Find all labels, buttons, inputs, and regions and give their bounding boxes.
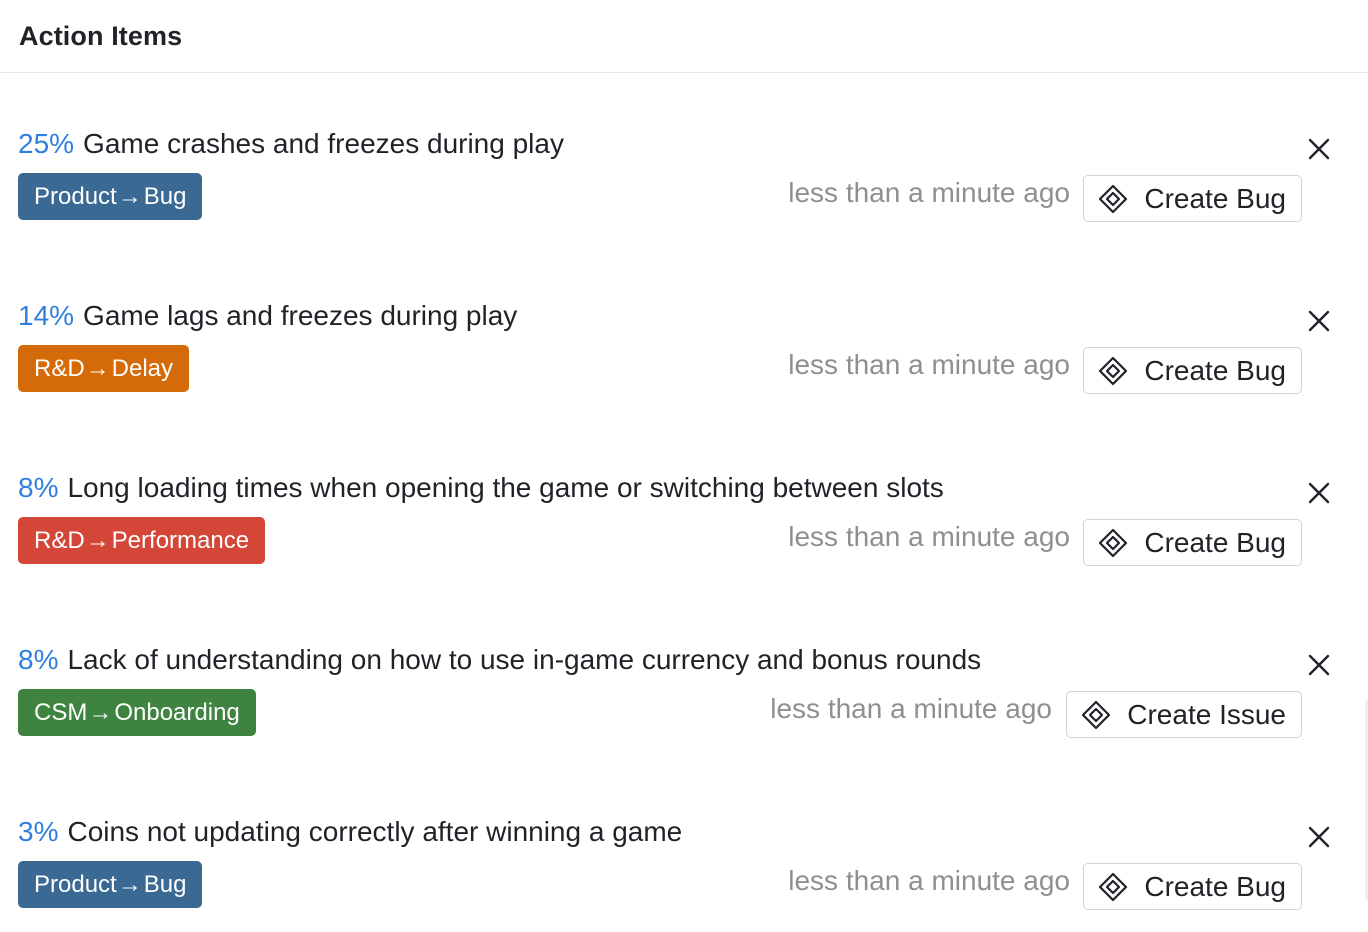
button-label: Create Bug — [1144, 870, 1286, 902]
panel-header: Action Items — [0, 0, 1368, 73]
category-tag: Product → Bug — [18, 173, 203, 220]
category-tag: R&D → Performance — [18, 517, 266, 564]
action-item-title: 14% Game lags and freezes during play — [18, 298, 517, 334]
action-item: 3% Coins not updating correctly after wi… — [18, 814, 1368, 914]
timestamp: less than a minute ago — [788, 349, 1070, 380]
close-icon[interactable] — [1306, 824, 1332, 850]
close-icon[interactable] — [1306, 136, 1332, 162]
tag-target: Bug — [143, 870, 187, 898]
button-label: Create Issue — [1127, 698, 1286, 730]
action-item-text: Long loading times when opening the game… — [67, 472, 944, 503]
action-item-text: Game crashes and freezes during play — [83, 128, 564, 159]
timestamp: less than a minute ago — [788, 865, 1070, 896]
tag-source: CSM — [34, 698, 88, 726]
action-item: 8% Long loading times when opening the g… — [18, 470, 1368, 570]
tag-source: R&D — [34, 354, 85, 382]
action-item-percent: 14% — [18, 300, 75, 331]
timestamp: less than a minute ago — [788, 177, 1070, 208]
action-item-percent: 25% — [18, 128, 75, 159]
tag-arrow: → — [117, 182, 142, 210]
action-item: 8% Lack of understanding on how to use i… — [18, 642, 1368, 742]
action-item-text: Lack of understanding on how to use in-g… — [67, 644, 982, 675]
close-icon[interactable] — [1306, 308, 1332, 334]
action-item-percent: 8% — [18, 644, 59, 675]
button-label: Create Bug — [1144, 182, 1286, 214]
tag-target: Bug — [143, 182, 187, 210]
jira-diamond-icon — [1098, 184, 1128, 214]
action-item-percent: 8% — [18, 472, 59, 503]
tag-target: Performance — [111, 526, 250, 554]
create-bug-button[interactable]: Create Bug — [1083, 347, 1302, 394]
tag-arrow: → — [85, 526, 110, 554]
action-item-title: 8% Long loading times when opening the g… — [18, 470, 944, 506]
tag-target: Delay — [111, 354, 174, 382]
action-item-title: 25% Game crashes and freezes during play — [18, 126, 564, 162]
action-item-title: 8% Lack of understanding on how to use i… — [18, 642, 981, 678]
jira-diamond-icon — [1098, 872, 1128, 902]
tag-target: Onboarding — [114, 698, 240, 726]
action-item-title: 3% Coins not updating correctly after wi… — [18, 814, 682, 850]
close-icon[interactable] — [1306, 480, 1332, 506]
category-tag: Product → Bug — [18, 861, 203, 908]
action-item: 14% Game lags and freezes during play R&… — [18, 298, 1368, 398]
jira-diamond-icon — [1098, 356, 1128, 386]
timestamp: less than a minute ago — [788, 521, 1070, 552]
create-bug-button[interactable]: Create Bug — [1083, 519, 1302, 566]
action-item-percent: 3% — [18, 816, 59, 847]
tag-source: Product — [34, 870, 117, 898]
category-tag: R&D → Delay — [18, 345, 190, 392]
action-item: 25% Game crashes and freezes during play… — [18, 126, 1368, 226]
category-tag: CSM → Onboarding — [18, 689, 256, 736]
tag-source: R&D — [34, 526, 85, 554]
jira-diamond-icon — [1098, 528, 1128, 558]
button-label: Create Bug — [1144, 526, 1286, 558]
timestamp: less than a minute ago — [770, 693, 1052, 724]
create-issue-button[interactable]: Create Issue — [1066, 691, 1302, 738]
button-label: Create Bug — [1144, 354, 1286, 386]
tag-arrow: → — [85, 354, 110, 382]
close-icon[interactable] — [1306, 652, 1332, 678]
tag-arrow: → — [117, 870, 142, 898]
action-item-text: Game lags and freezes during play — [83, 300, 518, 331]
jira-diamond-icon — [1081, 700, 1111, 730]
tag-source: Product — [34, 182, 117, 210]
panel-title: Action Items — [19, 20, 183, 51]
tag-arrow: → — [88, 698, 113, 726]
create-bug-button[interactable]: Create Bug — [1083, 863, 1302, 910]
action-item-text: Coins not updating correctly after winni… — [67, 816, 683, 847]
create-bug-button[interactable]: Create Bug — [1083, 175, 1302, 222]
